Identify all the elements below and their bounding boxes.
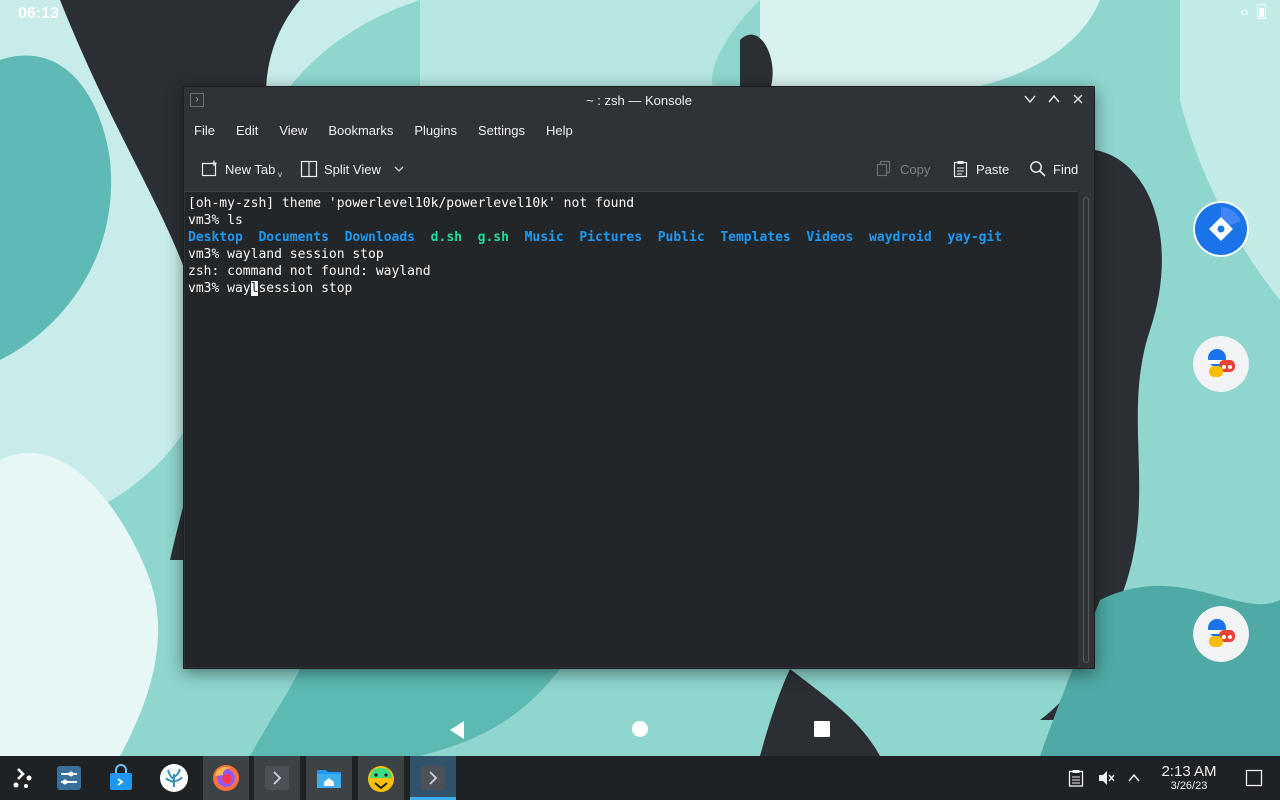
copy-button[interactable]: Copy: [876, 157, 930, 181]
taskbar-konsole-2[interactable]: [410, 756, 456, 800]
menu-plugins[interactable]: Plugins: [414, 119, 465, 142]
split-view-icon: [300, 160, 318, 178]
close-button[interactable]: [1068, 91, 1088, 111]
ls-entry: Desktop: [188, 230, 243, 245]
find-button[interactable]: Find: [1029, 157, 1078, 181]
terminal-icon: [421, 766, 445, 790]
ls-entry: Pictures: [579, 230, 643, 245]
window-title: ~ : zsh — Konsole: [586, 93, 692, 108]
menu-bookmarks[interactable]: Bookmarks: [328, 119, 401, 142]
messaging-app-icon-2[interactable]: [1193, 606, 1249, 662]
window-controls: [1020, 91, 1088, 111]
taskbar-discover[interactable]: [98, 756, 144, 800]
ls-entry: Music: [524, 230, 564, 245]
maximize-button[interactable]: [1044, 91, 1064, 111]
store-bag-icon: [110, 764, 132, 790]
launcher-icon: [13, 768, 32, 788]
search-icon: [1030, 161, 1046, 177]
chevron-down-icon: ˅: [277, 170, 283, 180]
prompt-text: session stop: [258, 281, 353, 296]
chevron-up-icon: [1048, 94, 1060, 103]
clipboard-icon[interactable]: [1068, 769, 1084, 787]
ls-entry: Templates: [720, 230, 791, 245]
split-view-button[interactable]: Split View: [300, 157, 405, 181]
new-tab-icon: [201, 160, 217, 177]
menu-edit[interactable]: Edit: [236, 119, 266, 142]
menu-view[interactable]: View: [279, 119, 315, 142]
split-view-label: Split View: [324, 161, 381, 177]
ls-entry: Videos: [806, 230, 854, 245]
window-titlebar[interactable]: › ~ : zsh — Konsole: [184, 87, 1094, 115]
folder-home-icon: [317, 770, 341, 788]
new-tab-button[interactable]: New Tab ˅: [201, 157, 283, 181]
chevron-down-icon: [394, 166, 404, 172]
settings-sliders-icon: [57, 766, 81, 790]
clock-time[interactable]: 2:13 AM: [1158, 763, 1220, 780]
volume-muted-icon[interactable]: [1097, 769, 1115, 787]
paste-button[interactable]: Paste: [952, 157, 1009, 181]
chevron-down-icon: [1024, 95, 1036, 104]
terminal-line: [oh-my-zsh] theme 'powerlevel10k/powerle…: [188, 196, 635, 211]
terminal-line: zsh: command not found: wayland: [188, 264, 431, 279]
terminal-line-ls-output: Desktop Documents Downloads d.sh g.sh Mu…: [188, 229, 1078, 246]
paste-icon: [953, 161, 968, 178]
ls-entry: d.sh: [430, 230, 462, 245]
ls-entry: Documents: [258, 230, 329, 245]
toolbar: New Tab ˅ Split View Copy Paste Find: [184, 147, 1094, 191]
ls-entry: waydroid: [869, 230, 932, 245]
taskbar: 2:13 AM 3/26/23: [0, 756, 1280, 800]
taskbar-konsole-1[interactable]: [254, 756, 300, 800]
maps-app-icon[interactable]: [1193, 201, 1249, 257]
menu-help[interactable]: Help: [546, 119, 581, 142]
copy-icon: [876, 160, 891, 177]
recents-button[interactable]: [813, 720, 831, 738]
find-label: Find: [1053, 161, 1079, 177]
android-navigation-bar: [0, 710, 1280, 750]
chevron-up-icon[interactable]: ︽: [18, 664, 32, 684]
konsole-window: › ~ : zsh — Konsole File Edit View Bookm…: [183, 86, 1095, 669]
status-time: 06:13: [18, 5, 59, 22]
terminal-line: vm3% ls: [188, 213, 243, 228]
ls-entry: Downloads: [344, 230, 416, 245]
status-icons: ‹›: [1240, 4, 1266, 19]
app-launcher-button[interactable]: [0, 756, 46, 800]
copy-label: Copy: [900, 161, 931, 177]
menu-bar: File Edit View Bookmarks Plugins Setting…: [184, 115, 1094, 145]
taskbar-files[interactable]: [306, 756, 352, 800]
messaging-app-icon[interactable]: [1193, 336, 1249, 392]
terminal-prompt-line: vm3% waylsession stop: [188, 280, 1078, 297]
ls-entry: Public: [657, 230, 705, 245]
show-desktop-button[interactable]: [1245, 769, 1263, 787]
new-tab-label: New Tab: [225, 161, 276, 177]
clock-date[interactable]: 3/26/23: [1158, 780, 1220, 792]
paste-label: Paste: [976, 161, 1010, 177]
waydroid-icon: [160, 764, 188, 792]
network-icon: ‹›: [1240, 4, 1249, 19]
terminal-scrollbar[interactable]: [1083, 197, 1089, 663]
taskbar-android-app[interactable]: [358, 756, 404, 800]
menu-file[interactable]: File: [194, 119, 223, 142]
ls-entry: yay-git: [947, 230, 1003, 245]
battery-icon: [1257, 4, 1266, 19]
menu-settings[interactable]: Settings: [478, 119, 533, 142]
android-robot-icon: [368, 766, 394, 792]
taskbar-firefox[interactable]: [203, 756, 249, 800]
taskbar-system-settings[interactable]: [46, 756, 92, 800]
terminal-line: vm3% wayland session stop: [188, 247, 384, 262]
terminal-area[interactable]: [oh-my-zsh] theme 'powerlevel10k/powerle…: [185, 191, 1078, 667]
terminal-icon: [265, 766, 289, 790]
ls-entry: g.sh: [477, 230, 509, 245]
close-icon: [1073, 94, 1083, 104]
android-status-bar: 06:13 ‹›: [0, 0, 1280, 28]
firefox-icon: [213, 765, 239, 791]
prompt-text: vm3% way: [188, 281, 251, 296]
home-button[interactable]: [631, 720, 649, 738]
taskbar-waydroid[interactable]: [151, 756, 197, 800]
chevron-up-icon[interactable]: [1127, 771, 1141, 785]
minimize-button[interactable]: [1020, 91, 1040, 111]
back-button[interactable]: [448, 720, 466, 740]
